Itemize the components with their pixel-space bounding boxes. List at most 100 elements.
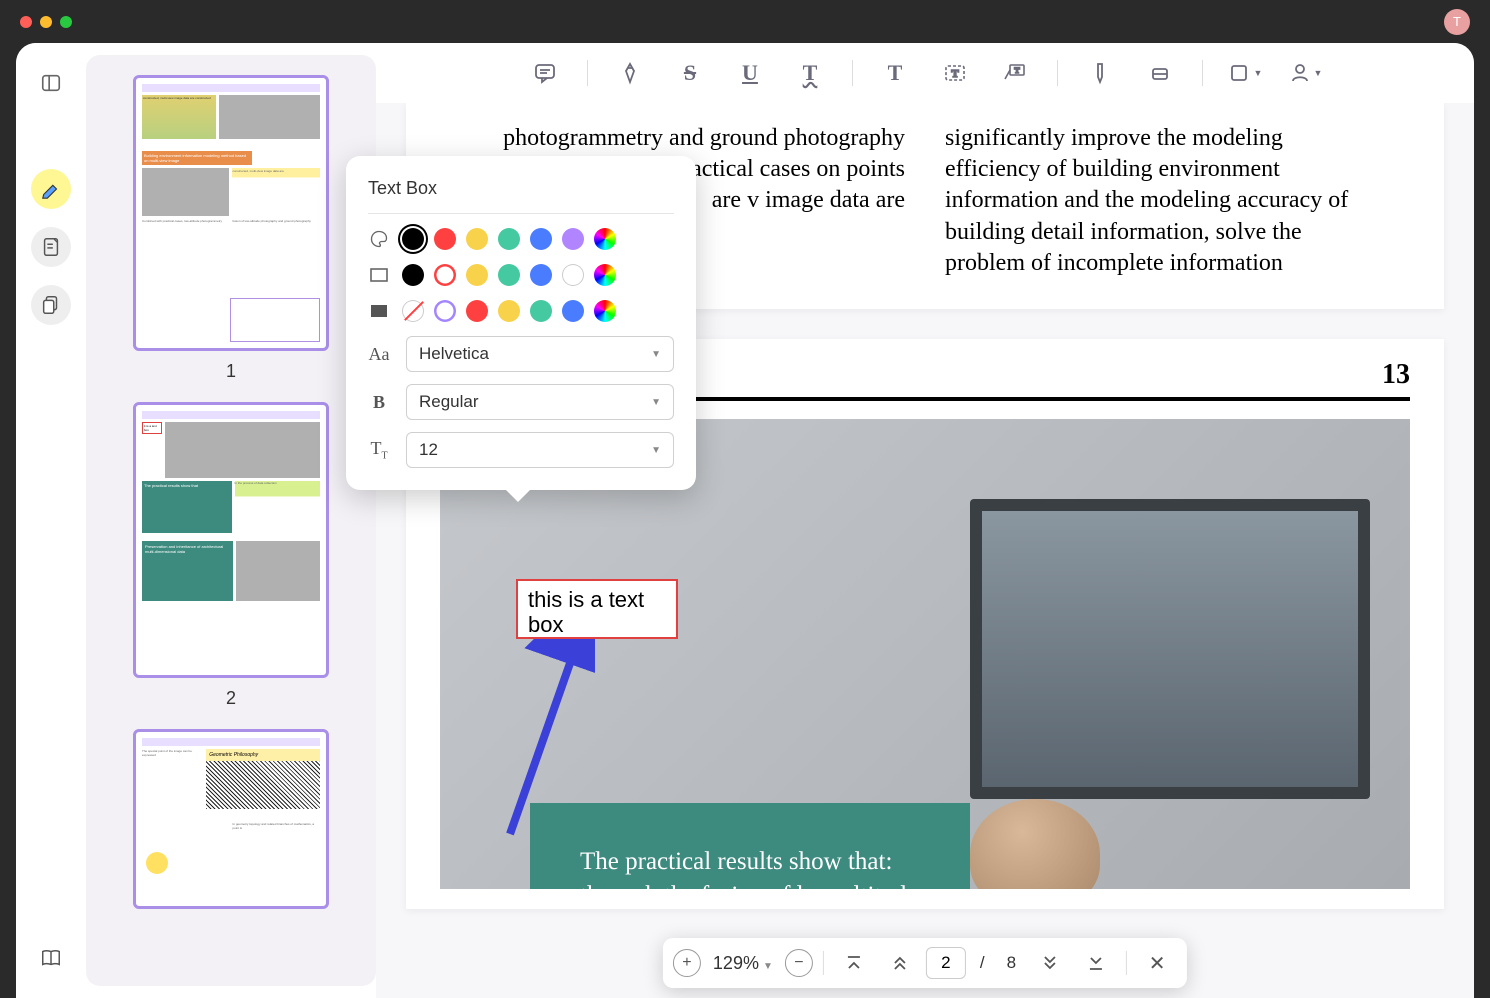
text-color-green[interactable] [498, 228, 520, 250]
border-color-blue[interactable] [530, 264, 552, 286]
shape-tool-button[interactable]: ▼ [1227, 55, 1263, 91]
text-color-red[interactable] [434, 228, 456, 250]
close-icon: ✕ [1149, 951, 1166, 976]
fill-color-none[interactable] [402, 300, 424, 322]
fullscreen-window-button[interactable] [60, 16, 72, 28]
avatar[interactable]: T [1444, 9, 1470, 35]
strikethrough-tool-button[interactable]: S [672, 55, 708, 91]
thumbnail-1-wrap: constructed, multi-view image data are c… [86, 75, 376, 382]
next-page-button[interactable] [1030, 943, 1070, 983]
eraser-icon [1148, 61, 1172, 85]
callout-tool-button[interactable]: T [997, 55, 1033, 91]
page-separator: / [972, 953, 993, 973]
eraser-tool-button[interactable] [1142, 55, 1178, 91]
text-color-row [368, 228, 674, 250]
textbox-annotation[interactable]: this is a text box [516, 579, 678, 639]
textbox-tool-button[interactable]: T [937, 55, 973, 91]
svg-text:T: T [951, 68, 959, 80]
squiggly-tool-button[interactable]: T [792, 55, 828, 91]
textbox-properties-popover: Text Box [346, 156, 696, 490]
thumbnail-3-wrap: The special point of the image can be ex… [86, 729, 376, 909]
book-icon [40, 947, 62, 969]
border-color-custom[interactable] [594, 264, 616, 286]
chevron-double-down-icon [1041, 954, 1059, 972]
fill-color-purple[interactable] [434, 300, 456, 322]
sidebar-icon [40, 72, 62, 94]
chevron-double-down-bar-icon [1087, 954, 1105, 972]
copy-icon [40, 294, 62, 316]
sidebar-toggle-button[interactable] [31, 63, 71, 103]
toolbar-separator [587, 60, 588, 86]
font-family-icon: Aa [368, 344, 390, 365]
font-size-dropdown[interactable]: 12▼ [406, 432, 674, 468]
border-icon [368, 268, 390, 282]
thumb3-title: Geometric Philosophy [206, 749, 320, 761]
fill-color-blue[interactable] [562, 300, 584, 322]
page1-right-column: significantly improve the modeling effic… [945, 123, 1384, 279]
last-page-button[interactable] [1076, 943, 1116, 983]
pen-tool-button[interactable] [612, 55, 648, 91]
font-size-value: 12 [419, 440, 438, 460]
font-family-row: Aa Helvetica▼ [368, 336, 674, 372]
fill-icon [368, 304, 390, 318]
text-color-blue[interactable] [530, 228, 552, 250]
page-thumbnail-2[interactable]: it is a text box The practical results s… [133, 402, 329, 678]
border-color-yellow[interactable] [466, 264, 488, 286]
highlighter-tool-button[interactable] [31, 169, 71, 209]
border-color-white[interactable] [562, 264, 584, 286]
minimize-window-button[interactable] [40, 16, 52, 28]
note-tool-button[interactable] [31, 227, 71, 267]
border-color-row [368, 264, 674, 286]
thumb1-title: Building environment information modelin… [142, 151, 252, 165]
close-footer-button[interactable]: ✕ [1137, 943, 1177, 983]
first-page-button[interactable] [834, 943, 874, 983]
current-page-input[interactable] [926, 947, 966, 979]
copy-tool-button[interactable] [31, 285, 71, 325]
underline-tool-button[interactable]: U [732, 55, 768, 91]
zoom-level-dropdown[interactable]: 129%▼ [707, 953, 779, 974]
font-weight-dropdown[interactable]: Regular▼ [406, 384, 674, 420]
marker-tool-button[interactable] [1082, 55, 1118, 91]
thumbnail-2-wrap: it is a text box The practical results s… [86, 402, 376, 709]
reading-mode-button[interactable] [31, 938, 71, 978]
fill-color-yellow[interactable] [498, 300, 520, 322]
font-size-icon: TT [368, 438, 390, 462]
fill-color-red[interactable] [466, 300, 488, 322]
textbox-icon: T [943, 61, 967, 85]
text-color-yellow[interactable] [466, 228, 488, 250]
font-weight-icon: B [368, 392, 390, 413]
prev-page-button[interactable] [880, 943, 920, 983]
chevron-double-up-icon [891, 954, 909, 972]
app-window: constructed, multi-view image data are c… [16, 43, 1474, 998]
text-color-purple[interactable] [562, 228, 584, 250]
text-tool-button[interactable]: T [877, 55, 913, 91]
svg-text:T: T [1014, 66, 1020, 75]
traffic-lights [20, 16, 72, 28]
thumbnails-panel: constructed, multi-view image data are c… [86, 55, 376, 986]
font-family-dropdown[interactable]: Helvetica▼ [406, 336, 674, 372]
border-color-black[interactable] [402, 264, 424, 286]
highlighter-icon [40, 178, 62, 200]
border-color-green[interactable] [498, 264, 520, 286]
fill-color-custom[interactable] [594, 300, 616, 322]
border-color-red[interactable] [434, 264, 456, 286]
teal-callout-box: The practical results show that: through… [530, 803, 970, 889]
comment-tool-button[interactable] [527, 55, 563, 91]
zoom-out-button[interactable]: − [785, 949, 813, 977]
page-thumbnail-3[interactable]: The special point of the image can be ex… [133, 729, 329, 909]
font-weight-value: Regular [419, 392, 479, 412]
toolbar-separator [852, 60, 853, 86]
fill-color-green[interactable] [530, 300, 552, 322]
stamp-tool-button[interactable]: ▼ [1287, 55, 1323, 91]
zoom-in-button[interactable]: + [673, 949, 701, 977]
plus-icon: + [682, 954, 691, 972]
page-thumbnail-1[interactable]: constructed, multi-view image data are c… [133, 75, 329, 351]
text-color-black[interactable] [402, 228, 424, 250]
font-family-value: Helvetica [419, 344, 489, 364]
marker-icon [1088, 61, 1112, 85]
text-color-custom[interactable] [594, 228, 616, 250]
close-window-button[interactable] [20, 16, 32, 28]
left-vertical-toolbar [16, 43, 86, 998]
image-monitor-shape [970, 499, 1370, 799]
zoom-value: 129% [713, 953, 759, 973]
